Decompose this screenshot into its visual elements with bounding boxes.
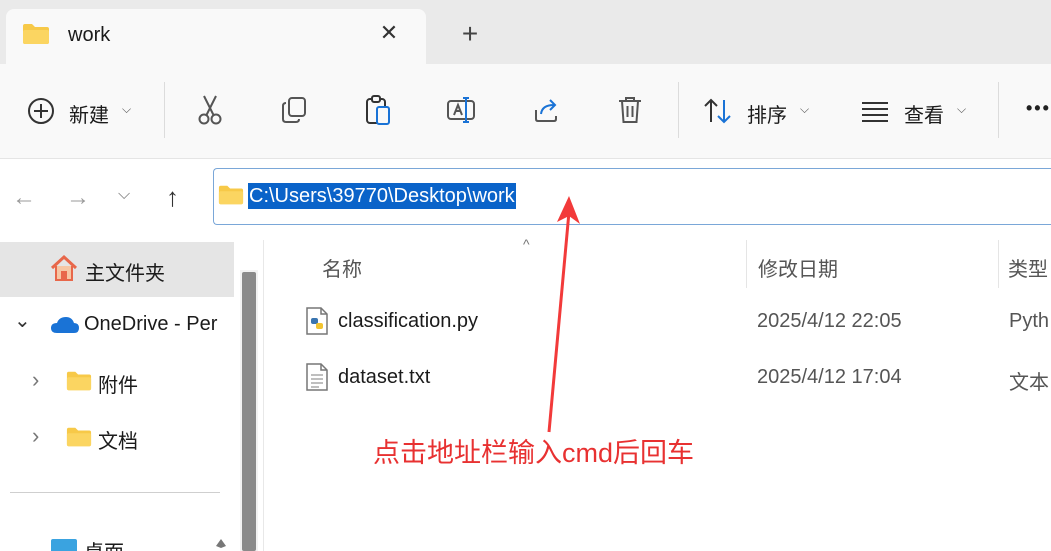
- tab-title: work: [68, 24, 111, 46]
- folder-icon: [66, 427, 92, 447]
- sort-button[interactable]: 排序 ⌵: [702, 92, 820, 132]
- column-divider[interactable]: [998, 240, 999, 288]
- delete-icon[interactable]: [616, 95, 644, 125]
- recent-locations-button[interactable]: ⌵: [118, 186, 130, 204]
- file-modified-date: 2025/4/12 22:05: [757, 310, 902, 332]
- toolbar-divider: [998, 82, 999, 138]
- sidebar-item-label: 主文件夹: [85, 263, 165, 285]
- column-header-name[interactable]: 名称: [322, 253, 362, 282]
- home-icon: [50, 254, 78, 281]
- rename-icon[interactable]: [446, 96, 478, 124]
- sidebar-item-label: OneDrive - Per: [84, 313, 218, 335]
- toolbar-divider: [164, 82, 165, 138]
- new-tab-button[interactable]: +: [458, 20, 482, 48]
- sort-button-label: 排序: [747, 105, 787, 127]
- sidebar-scrollbar-thumb[interactable]: [242, 272, 256, 551]
- view-button-label: 查看: [904, 105, 944, 127]
- pin-icon: [216, 539, 226, 548]
- file-modified-date: 2025/4/12 17:04: [757, 366, 902, 388]
- sidebar-item-label: 桌面: [84, 536, 124, 551]
- sort-arrows-icon: [704, 98, 731, 124]
- chevron-down-icon: ⌵: [957, 102, 967, 116]
- add-circle-icon: [28, 98, 54, 124]
- sidebar-item-label: 文档: [98, 431, 138, 453]
- sidebar-divider: [10, 492, 220, 493]
- up-button[interactable]: ↑: [166, 182, 179, 213]
- address-bar-path[interactable]: C:\Users\39770\Desktop\work: [248, 183, 516, 209]
- annotation-arrow-icon: [547, 196, 580, 433]
- folder-icon: [66, 371, 92, 391]
- view-list-icon: [862, 102, 888, 122]
- toolbar-divider: [678, 82, 679, 138]
- more-options-button[interactable]: •••: [1026, 98, 1051, 119]
- new-button-label: 新建: [69, 105, 109, 127]
- onedrive-cloud-icon: [51, 317, 79, 333]
- folder-icon: [218, 185, 244, 205]
- desktop-icon: [51, 539, 77, 551]
- sort-ascending-icon: ^: [523, 236, 530, 252]
- file-name: dataset.txt: [338, 366, 431, 388]
- text-file-icon: [306, 363, 328, 391]
- view-button[interactable]: 查看 ⌵: [860, 92, 980, 132]
- sidebar-item-desktop[interactable]: 桌面: [0, 530, 234, 551]
- tab-close-button[interactable]: ✕: [377, 20, 401, 46]
- column-header-type[interactable]: 类型: [1008, 253, 1048, 282]
- back-button[interactable]: ←: [12, 184, 36, 212]
- expand-chevron-icon[interactable]: ›: [32, 423, 39, 449]
- cut-icon[interactable]: [196, 94, 224, 126]
- sidebar-item-label: 附件: [98, 375, 138, 397]
- forward-button[interactable]: →: [66, 184, 90, 212]
- column-header-modified[interactable]: 修改日期: [758, 253, 838, 282]
- annotation-text: 点击地址栏输入cmd后回车: [373, 438, 695, 468]
- table-row[interactable]: dataset.txt 2025/4/12 17:04 文本: [290, 352, 1051, 404]
- pane-divider: [263, 240, 264, 551]
- file-type: Pyth: [1009, 310, 1050, 332]
- chevron-down-icon: ⌵: [122, 102, 132, 116]
- file-name: classification.py: [338, 310, 479, 332]
- expand-chevron-icon[interactable]: ›: [32, 367, 39, 393]
- copy-icon[interactable]: [280, 96, 308, 124]
- file-type: 文本: [1009, 372, 1049, 394]
- python-file-icon: [306, 307, 328, 335]
- folder-icon: [23, 24, 49, 44]
- chevron-down-icon: ⌵: [800, 102, 810, 116]
- column-divider[interactable]: [746, 240, 747, 288]
- paste-icon[interactable]: [364, 94, 392, 126]
- share-icon[interactable]: [532, 96, 562, 124]
- collapse-chevron-icon[interactable]: ⌄: [14, 308, 31, 333]
- new-button[interactable]: 新建 ⌵: [24, 92, 144, 132]
- table-row[interactable]: classification.py 2025/4/12 22:05 Pyth: [290, 296, 1051, 348]
